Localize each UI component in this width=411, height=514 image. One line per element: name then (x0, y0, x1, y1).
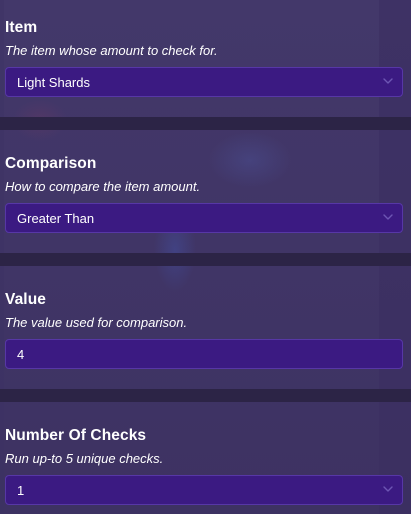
number-of-checks-title: Number Of Checks (5, 427, 147, 444)
value-title: Value (5, 291, 46, 308)
comparison-description: How to compare the item amount. (5, 179, 201, 194)
chevron-down-icon (383, 486, 393, 492)
section-divider (0, 117, 411, 130)
comparison-dropdown-value: Greater Than (17, 211, 95, 226)
chevron-down-icon (383, 78, 393, 84)
value-input[interactable]: 4 (5, 339, 403, 369)
number-of-checks-section: Number Of Checks Run up-to 5 unique chec… (0, 427, 411, 511)
comparison-title: Comparison (5, 155, 97, 172)
comparison-section: Comparison How to compare the item amoun… (0, 155, 411, 239)
number-of-checks-description: Run up-to 5 unique checks. (5, 451, 164, 466)
value-description: The value used for comparison. (5, 315, 188, 330)
section-divider (0, 253, 411, 266)
value-input-text: 4 (17, 347, 25, 362)
item-dropdown-value: Light Shards (17, 75, 90, 90)
value-section: Value The value used for comparison. 4 (0, 291, 411, 375)
item-section: Item The item whose amount to check for.… (0, 19, 411, 103)
item-description: The item whose amount to check for. (5, 43, 218, 58)
number-of-checks-dropdown[interactable]: 1 (5, 475, 403, 505)
comparison-dropdown[interactable]: Greater Than (5, 203, 403, 233)
section-divider (0, 389, 411, 402)
chevron-down-icon (383, 214, 393, 220)
number-of-checks-dropdown-value: 1 (17, 483, 25, 498)
item-title: Item (5, 19, 38, 36)
item-dropdown[interactable]: Light Shards (5, 67, 403, 97)
